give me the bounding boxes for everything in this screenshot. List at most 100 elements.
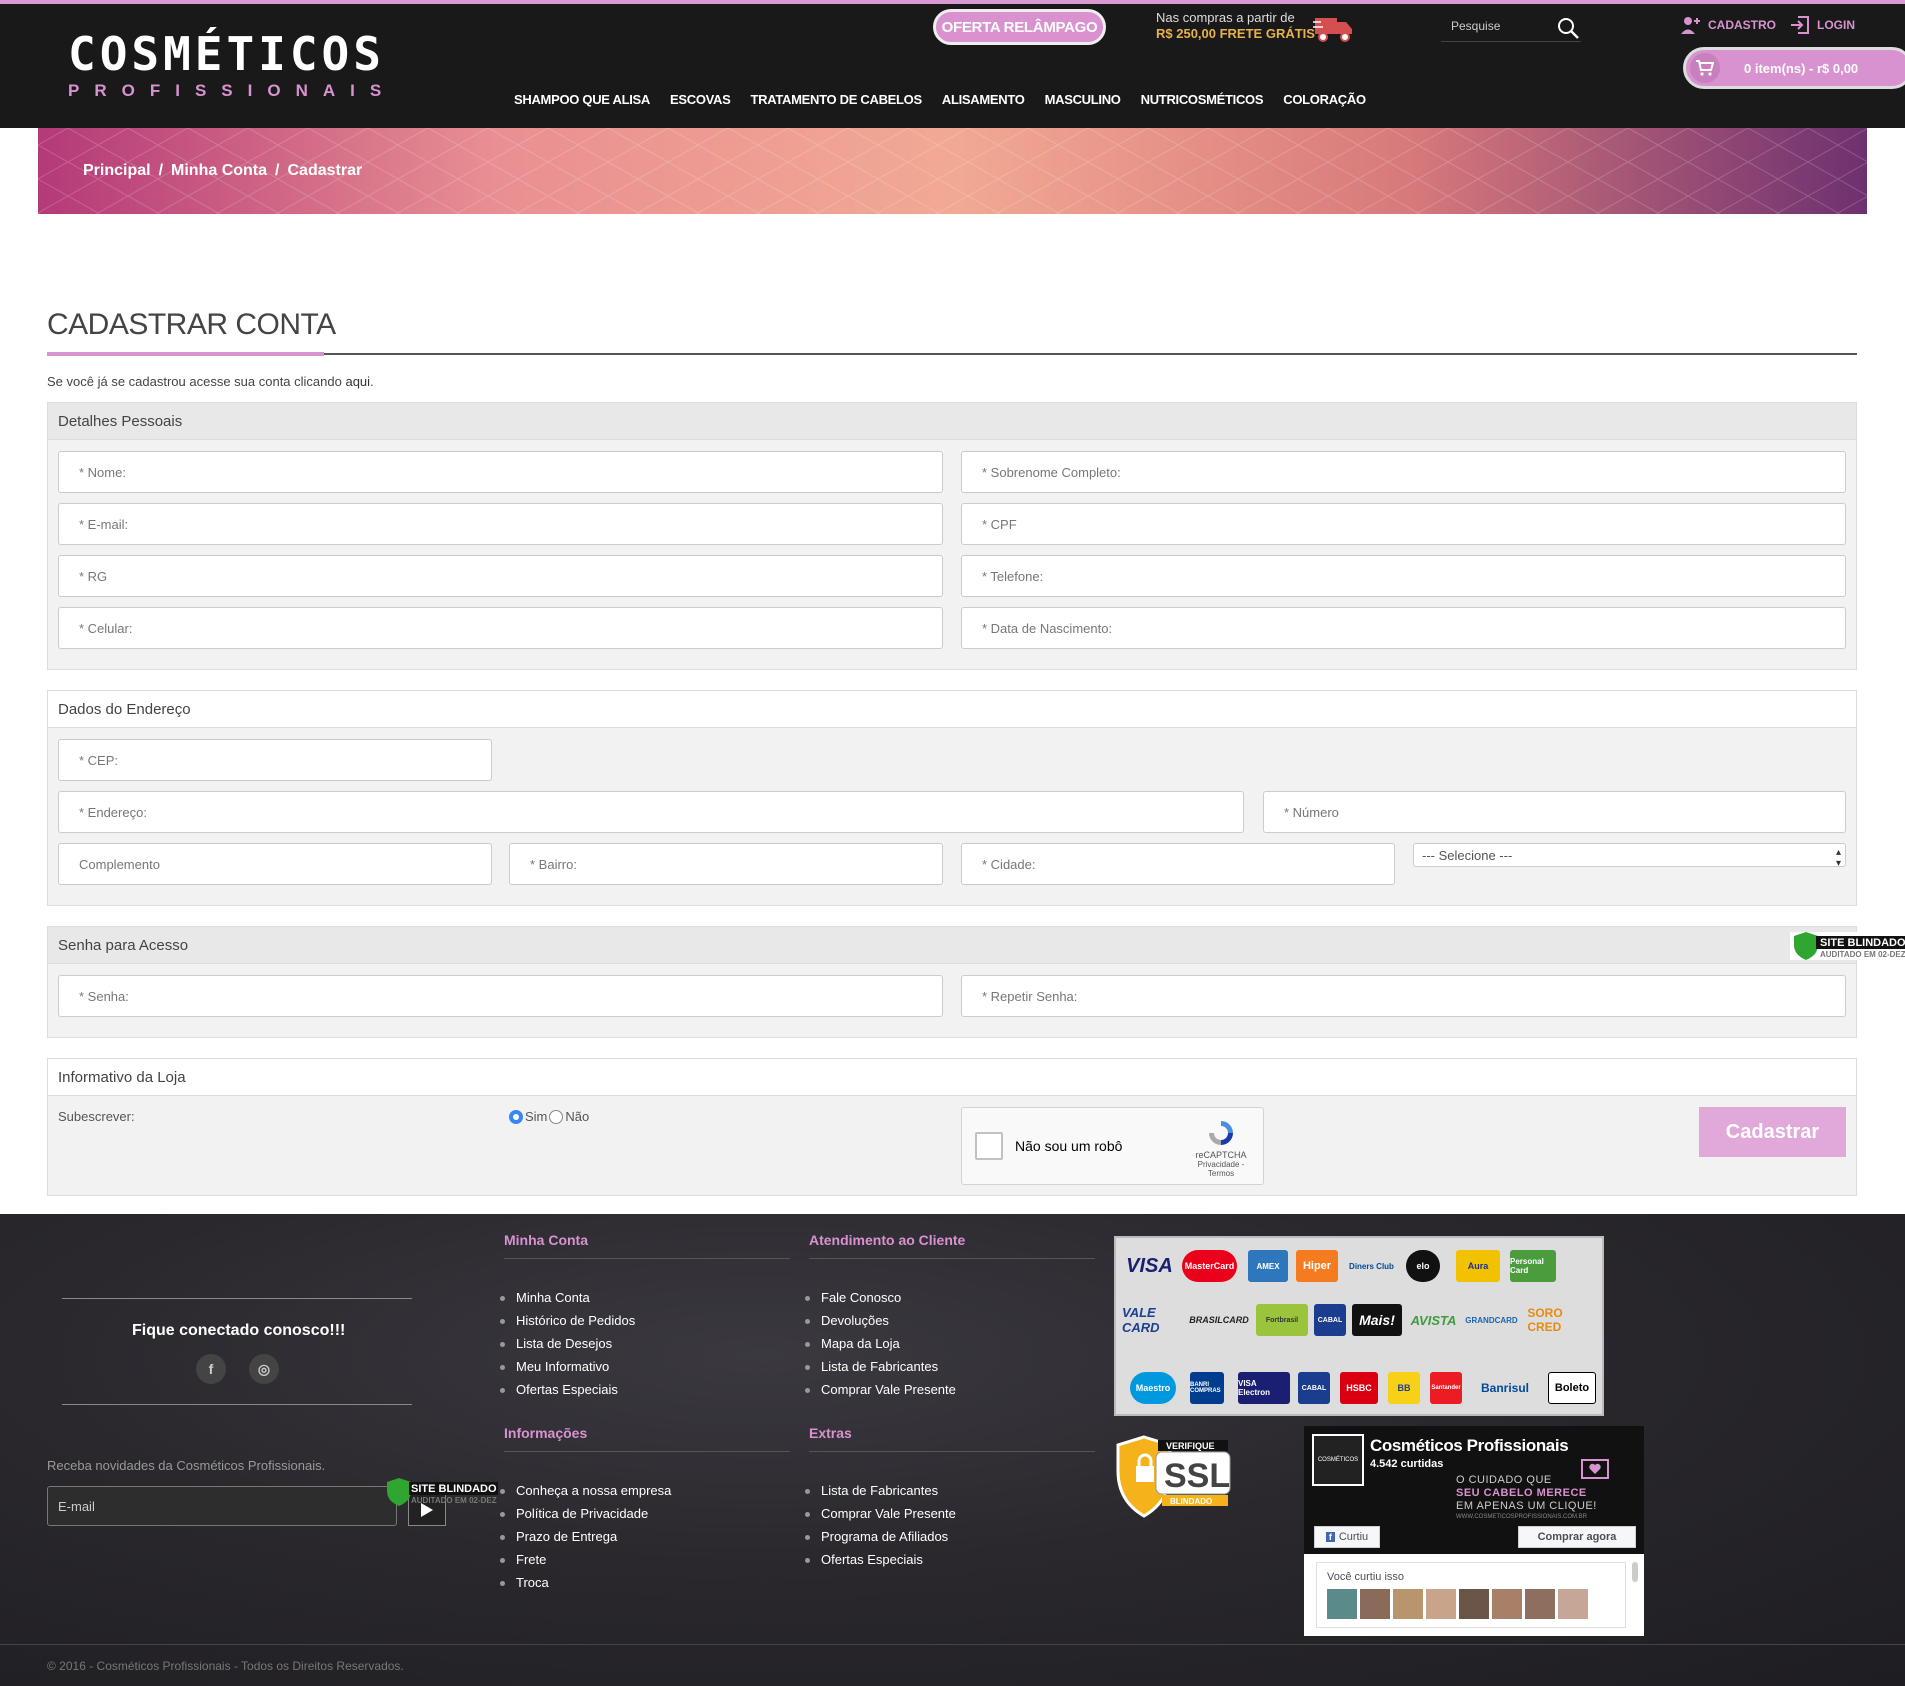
subscribe-yes-radio[interactable] — [509, 1109, 523, 1124]
site-blindado-badge[interactable]: SITE BLINDADO AUDITADO EM 02-DEZ — [383, 1476, 498, 1508]
footer-link[interactable]: Troca — [500, 1571, 671, 1594]
cart-summary: 0 item(ns) - r$ 0,00 — [1744, 60, 1859, 76]
avatar[interactable] — [1393, 1589, 1423, 1619]
last-name-field[interactable] — [961, 451, 1846, 493]
footer-link[interactable]: Meu Informativo — [500, 1355, 635, 1378]
footer-link[interactable]: Programa de Afiliados — [805, 1525, 956, 1548]
nav-nutricosmeticos[interactable]: NUTRICOSMÉTICOS — [1141, 92, 1264, 107]
footer-link[interactable]: Fale Conosco — [805, 1286, 956, 1309]
complement-field[interactable] — [58, 843, 492, 885]
login-link[interactable]: LOGIN — [1789, 14, 1855, 36]
number-field[interactable] — [1263, 791, 1846, 833]
login-here-link[interactable]: aqui — [345, 374, 370, 389]
facebook-f-icon: f — [1325, 1532, 1335, 1542]
ssl-blindado-badge[interactable]: VERIFIQUE SSL BLINDADO — [1114, 1432, 1234, 1522]
ssl-bottom-text: BLINDADO — [1170, 1497, 1212, 1506]
footer-link[interactable]: Comprar Vale Presente — [805, 1502, 956, 1525]
mobile-field[interactable] — [58, 607, 943, 649]
page-title: CADASTRAR CONTA — [47, 308, 336, 341]
footer-list-extras: Lista de Fabricantes Comprar Vale Presen… — [805, 1479, 956, 1571]
footer-link[interactable]: Prazo de Entrega — [500, 1525, 671, 1548]
footer-heading-line — [809, 1258, 1095, 1259]
avatar[interactable] — [1426, 1589, 1456, 1619]
store-logo[interactable]: COSMÉTICOS PROFISSIONAIS — [68, 27, 385, 118]
register-link[interactable]: CADASTRO — [1680, 14, 1776, 36]
avatar[interactable] — [1492, 1589, 1522, 1619]
footer-link[interactable]: Ofertas Especiais — [805, 1548, 956, 1571]
cart-button[interactable]: 0 item(ns) - r$ 0,00 — [1683, 47, 1905, 89]
stay-connected-text: Fique conectado conosco!!! — [132, 1322, 346, 1339]
avatar[interactable] — [1459, 1589, 1489, 1619]
nav-masculino[interactable]: MASCULINO — [1045, 92, 1121, 107]
footer-link[interactable]: Lista de Fabricantes — [805, 1355, 956, 1378]
nav-coloracao[interactable]: COLORAÇÃO — [1283, 92, 1366, 107]
avatar[interactable] — [1327, 1589, 1357, 1619]
confirm-password-field[interactable] — [961, 975, 1846, 1017]
banricompras-logo: BANRI COMPRAS — [1190, 1372, 1224, 1404]
recaptcha-label: Não sou um robô — [1015, 1138, 1123, 1154]
facebook-friend-avatars — [1327, 1589, 1588, 1619]
facebook-scrollbar[interactable] — [1632, 1562, 1638, 1582]
footer-link[interactable]: Comprar Vale Presente — [805, 1378, 956, 1401]
footer-link[interactable]: Mapa da Loja — [805, 1332, 956, 1355]
footer-link[interactable]: Lista de Fabricantes — [805, 1479, 956, 1502]
footer-link[interactable]: Frete — [500, 1548, 671, 1571]
district-field[interactable] — [509, 843, 943, 885]
nav-shampoo[interactable]: SHAMPOO QUE ALISA — [514, 92, 650, 107]
cep-field[interactable] — [58, 739, 492, 781]
shipping-text: Nas compras a partir de — [1156, 10, 1295, 25]
avatar[interactable] — [1558, 1589, 1588, 1619]
nav-tratamento[interactable]: TRATAMENTO DE CABELOS — [751, 92, 923, 107]
phone-field[interactable] — [961, 555, 1846, 597]
ssl-top-text: VERIFIQUE — [1166, 1441, 1215, 1451]
facebook-icon[interactable]: f — [196, 1354, 226, 1384]
nav-escovas[interactable]: ESCOVAS — [670, 92, 731, 107]
footer-link[interactable]: Conheça a nossa empresa — [500, 1479, 671, 1502]
footer-divider — [62, 1298, 412, 1299]
state-select[interactable]: --- Selecione --- ▴ ▾ — [1413, 843, 1846, 869]
logo-title: COSMÉTICOS — [68, 27, 385, 81]
search-input[interactable] — [1441, 12, 1541, 40]
grandcard-logo: GRANDCARD — [1465, 1315, 1518, 1325]
first-name-field[interactable] — [58, 451, 943, 493]
personal-details-heading: Detalhes Pessoais — [48, 403, 1856, 440]
facebook-liked-button[interactable]: f Curtiu — [1314, 1526, 1380, 1548]
site-blindado-badge[interactable]: SITE BLINDADO AUDITADO EM 02-DEZ — [1790, 930, 1905, 962]
cpf-field[interactable] — [961, 503, 1846, 545]
footer-link[interactable]: Histórico de Pedidos — [500, 1309, 635, 1332]
elo-logo: elo — [1406, 1250, 1440, 1282]
birth-date-field[interactable] — [961, 607, 1846, 649]
footer-link[interactable]: Minha Conta — [500, 1286, 635, 1309]
footer-link[interactable]: Ofertas Especiais — [500, 1378, 635, 1401]
recaptcha-checkbox[interactable] — [975, 1132, 1003, 1160]
facebook-page-avatar[interactable]: COSMÉTICOS — [1312, 1434, 1364, 1486]
footer-link[interactable]: Política de Privacidade — [500, 1502, 671, 1525]
password-field[interactable] — [58, 975, 943, 1017]
email-field[interactable] — [58, 503, 943, 545]
fortbrasil-logo: Fortbrasil — [1256, 1304, 1308, 1336]
facebook-page-name[interactable]: Cosméticos Profissionais — [1370, 1436, 1569, 1456]
recaptcha-brand: reCAPTCHA — [1195, 1150, 1247, 1160]
newsletter-email-input[interactable] — [47, 1486, 397, 1526]
flash-sale-button[interactable]: OFERTA RELÂMPAGO — [933, 9, 1106, 45]
register-submit-button[interactable]: Cadastrar — [1699, 1107, 1846, 1157]
footer-link[interactable]: Devoluções — [805, 1309, 956, 1332]
street-field[interactable] — [58, 791, 1244, 833]
recaptcha-links[interactable]: Privacidade - Termos — [1191, 1160, 1251, 1178]
truck-icon — [1313, 18, 1352, 42]
breadcrumb-account[interactable]: Minha Conta — [171, 162, 267, 180]
instagram-icon[interactable]: ◎ — [249, 1354, 279, 1384]
avatar[interactable] — [1525, 1589, 1555, 1619]
nav-alisamento[interactable]: ALISAMENTO — [942, 92, 1025, 107]
search-icon[interactable] — [1556, 16, 1580, 40]
rg-field[interactable] — [58, 555, 943, 597]
facebook-buy-button[interactable]: Comprar agora — [1518, 1526, 1636, 1548]
subscribe-no-radio[interactable] — [549, 1109, 564, 1124]
heart-icon — [1581, 1459, 1609, 1479]
address-panel: Dados do Endereço --- Selecione --- ▴▾ — [47, 690, 1857, 906]
avatar[interactable] — [1360, 1589, 1390, 1619]
footer-link[interactable]: Lista de Desejos — [500, 1332, 635, 1355]
city-field[interactable] — [961, 843, 1395, 885]
breadcrumb-home[interactable]: Principal — [83, 162, 151, 180]
title-underline — [47, 352, 324, 356]
